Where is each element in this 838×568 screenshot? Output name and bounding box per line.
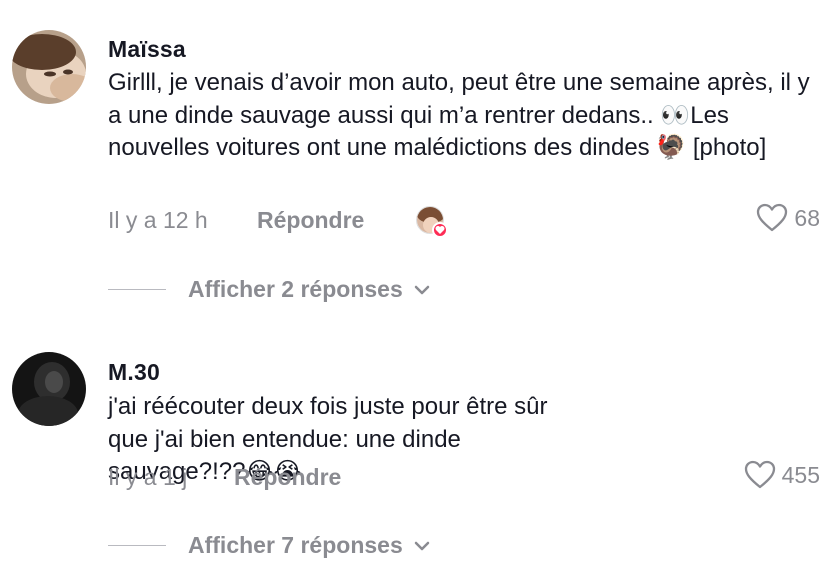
avatar[interactable] (12, 352, 86, 426)
view-replies-button[interactable]: Afficher 7 réponses (108, 532, 431, 559)
heart-badge-icon (432, 222, 448, 238)
heart-outline-icon (757, 203, 788, 232)
like-count: 68 (794, 204, 820, 231)
comment-item: Maïssa Girlll, je venais d’avoir mon aut… (0, 0, 838, 320)
like-button[interactable]: 68 (756, 203, 820, 233)
comment-timestamp: Il y a 12 h (108, 207, 208, 233)
comment-item: M.30 j'ai réécouter deux fois juste pour… (0, 320, 838, 568)
avatar-image (12, 30, 86, 104)
like-button[interactable]: 455 (744, 460, 820, 490)
comment-timestamp: Il y a 1 j (108, 464, 188, 490)
chevron-down-icon (414, 285, 429, 294)
avatar-image (12, 352, 86, 426)
divider (108, 545, 166, 546)
divider (108, 289, 166, 290)
view-replies-label: Afficher 2 réponses (188, 276, 403, 302)
like-count: 455 (781, 461, 820, 488)
reply-button[interactable]: Répondre (234, 464, 341, 491)
view-replies-button[interactable]: Afficher 2 réponses (108, 276, 431, 303)
comment-username[interactable]: M.30 (108, 359, 160, 386)
reply-button[interactable]: Répondre (257, 207, 364, 234)
comment-username[interactable]: Maïssa (108, 36, 186, 63)
view-replies-label: Afficher 7 réponses (188, 532, 403, 558)
comment-text: Girlll, je venais d’avoir mon auto, peut… (108, 69, 817, 161)
avatar[interactable] (12, 30, 86, 104)
heart-outline-icon (744, 460, 775, 489)
chevron-down-icon (414, 541, 429, 550)
